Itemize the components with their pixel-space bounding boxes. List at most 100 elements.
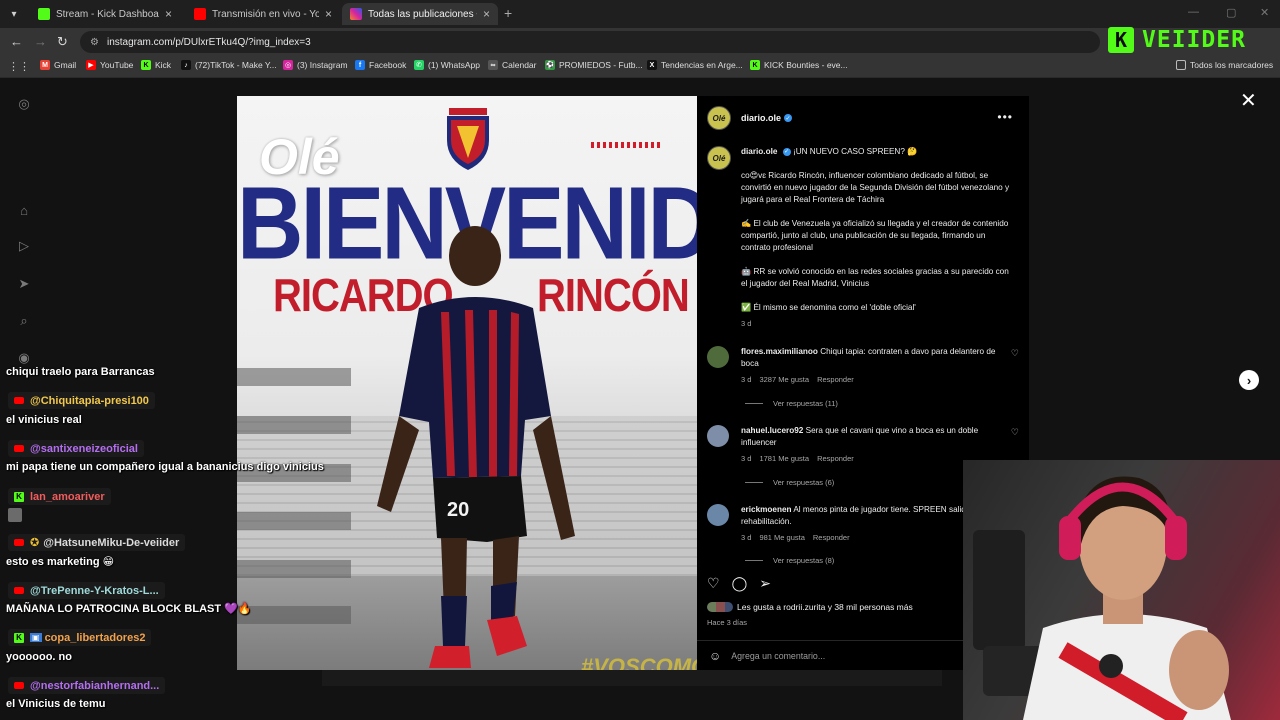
bookmark-tiktok[interactable]: ♪ (72)TikTok - Make Y...	[181, 60, 277, 70]
explore-icon[interactable]: ◉	[16, 350, 32, 366]
view-replies-button[interactable]: Ver respuestas (8)	[745, 556, 834, 565]
bookmark-label: Calendar	[502, 60, 537, 70]
author-username[interactable]: diario.ole	[741, 113, 781, 123]
tab-instagram[interactable]: Todas las publicaciones • Instag ×	[342, 3, 498, 25]
emoji-icon[interactable]: ☺	[709, 649, 721, 663]
bookmark-whatsapp[interactable]: ✆ (1) WhatsApp	[414, 60, 480, 70]
kick-logo-icon: K	[1108, 27, 1134, 53]
reply-button[interactable]: Responder	[817, 375, 854, 384]
search-icon[interactable]: ⌕	[16, 313, 32, 329]
commenter-avatar[interactable]	[707, 346, 729, 368]
bookmark-label: Kick	[155, 60, 172, 70]
site-info-icon[interactable]: ⚙	[90, 37, 99, 48]
bookmark-label: Todos los marcadores	[1190, 60, 1274, 70]
bookmark-promiedos[interactable]: ⚽ PROMIEDOS - Futb...	[545, 60, 643, 70]
caption-time: 3 d	[741, 319, 752, 328]
like-icon[interactable]: ♡	[707, 575, 720, 592]
commenter-avatar[interactable]	[707, 425, 729, 447]
youtube-icon	[14, 587, 24, 594]
maximize-icon[interactable]: ▢	[1226, 6, 1236, 19]
all-bookmarks-folder[interactable]: Todos los marcadores	[1176, 60, 1273, 70]
home-icon[interactable]: ⌂	[16, 202, 32, 218]
close-tab-icon[interactable]: ×	[165, 7, 172, 21]
close-window-icon[interactable]: ✕	[1260, 6, 1269, 19]
view-replies-button[interactable]: Ver respuestas (6)	[745, 478, 834, 487]
chat-username: @nestorfabianhernand...	[30, 679, 160, 692]
like-comment-icon[interactable]: ♡	[1011, 427, 1019, 465]
youtube-favicon-icon	[194, 8, 206, 20]
like-comment-icon[interactable]: ♡	[1011, 348, 1019, 386]
caption-paragraph: ✍️ El club de Venezuela ya oficializó su…	[741, 219, 1009, 252]
bookmark-gmail[interactable]: M Gmail	[40, 60, 76, 70]
chat-username-badge: @Chiquitapia-presi100	[8, 392, 155, 409]
comment-placeholder[interactable]: Agrega un comentario...	[731, 651, 825, 661]
jersey-number: 20	[447, 499, 469, 521]
chat-message: mi papa tiene un compañero igual a banan…	[6, 461, 324, 473]
tab-search-menu[interactable]: ▾	[4, 4, 24, 24]
bookmark-youtube[interactable]: ▶ YouTube	[86, 60, 133, 70]
likes-summary[interactable]: Les gusta a rodrii.zurita y 38 mil perso…	[707, 602, 913, 612]
close-tab-icon[interactable]: ×	[325, 7, 332, 21]
address-bar[interactable]: ⚙ instagram.com/p/DUlxrETku4Q/?img_index…	[80, 31, 1100, 53]
chat-username: lan_amoariver	[30, 490, 105, 503]
comment-username[interactable]: erickmoenen	[741, 505, 792, 514]
messages-icon[interactable]: ➤	[16, 276, 32, 292]
bookmark-kick-bounties[interactable]: K KICK Bounties - eve...	[750, 60, 848, 70]
new-tab-button[interactable]: +	[504, 5, 512, 21]
reply-button[interactable]: Responder	[817, 454, 854, 463]
bookmark-calendar[interactable]: ∞ Calendar	[488, 60, 537, 70]
close-post-icon[interactable]: ✕	[1240, 88, 1257, 113]
back-icon[interactable]: ←	[10, 34, 23, 49]
folder-icon	[1176, 60, 1186, 70]
comment-likes[interactable]: 1781 Me gusta	[759, 454, 809, 463]
caption-author[interactable]: diario.ole	[741, 147, 777, 156]
overlay-panel	[237, 560, 351, 578]
more-options-icon[interactable]: •••	[997, 110, 1013, 124]
comment-username[interactable]: flores.maximilianoo	[741, 347, 818, 356]
comment-time: 3 d	[741, 375, 752, 384]
reels-icon[interactable]: ▷	[16, 238, 32, 254]
youtube-icon	[14, 397, 24, 404]
next-post-arrow-icon[interactable]: ›	[1239, 370, 1259, 390]
bookmark-facebook[interactable]: f Facebook	[355, 60, 406, 70]
chat-message: el Vinicius de temu	[6, 698, 106, 710]
tab-youtube-live[interactable]: Transmisión en vivo - YouTube ×	[186, 3, 340, 25]
forward-icon[interactable]: →	[34, 34, 47, 49]
chat-message: el vinicius real	[6, 414, 82, 426]
comment-likes[interactable]: 981 Me gusta	[759, 533, 804, 542]
bookmark-instagram[interactable]: ◎ (3) Instagram	[283, 60, 348, 70]
youtube-icon: ▶	[86, 60, 96, 70]
verified-badge-icon: ✓	[784, 114, 793, 122]
instagram-logo-icon[interactable]: ◎	[16, 96, 32, 112]
post-header: Olé diario.ole ✓ •••	[707, 106, 1019, 130]
comment-username[interactable]: nahuel.lucero92	[741, 426, 803, 435]
subscriber-badge-icon: ▣	[30, 633, 42, 642]
minimize-icon[interactable]: —	[1188, 6, 1199, 18]
tab-kick-dashboard[interactable]: Stream - Kick Dashboard ×	[30, 3, 180, 25]
caption-paragraph: ✅ Él mismo se denomina como el 'doble of…	[741, 303, 916, 312]
url-text: instagram.com/p/DUlxrETku4Q/?img_index=3	[106, 36, 311, 48]
comment-icon[interactable]: ◯	[732, 575, 748, 592]
streamer-name: VEIIDER	[1142, 27, 1246, 53]
comment-item: nahuel.lucero92 Sera que el cavani que v…	[707, 425, 1019, 465]
streamer-figure	[973, 476, 1231, 720]
bookmark-label: KICK Bounties - eve...	[764, 60, 848, 70]
chat-username-badge: K ▣ copa_libertadores2	[8, 629, 152, 646]
bookmark-x-trends[interactable]: X Tendencias en Arge...	[647, 60, 743, 70]
comment-likes[interactable]: 3287 Me gusta	[759, 375, 809, 384]
reload-icon[interactable]: ↻	[57, 34, 68, 50]
chat-username-badge: ✪ @HatsuneMiku-De-veiider	[8, 534, 186, 551]
x-icon: X	[647, 60, 657, 70]
overlay-panel	[237, 606, 351, 624]
bookmark-label: YouTube	[100, 60, 134, 70]
author-avatar[interactable]: Olé	[707, 106, 731, 130]
close-tab-icon[interactable]: ×	[483, 7, 490, 21]
bookmark-kick[interactable]: K Kick	[141, 60, 171, 70]
share-icon[interactable]: ➢	[759, 575, 771, 592]
apps-icon[interactable]: ⋮⋮	[8, 60, 30, 73]
commenter-avatar[interactable]	[707, 504, 729, 526]
view-replies-button[interactable]: Ver respuestas (11)	[745, 399, 838, 408]
reply-button[interactable]: Responder	[813, 533, 850, 542]
kick-icon: K	[141, 60, 151, 70]
author-avatar[interactable]: Olé	[707, 146, 731, 170]
